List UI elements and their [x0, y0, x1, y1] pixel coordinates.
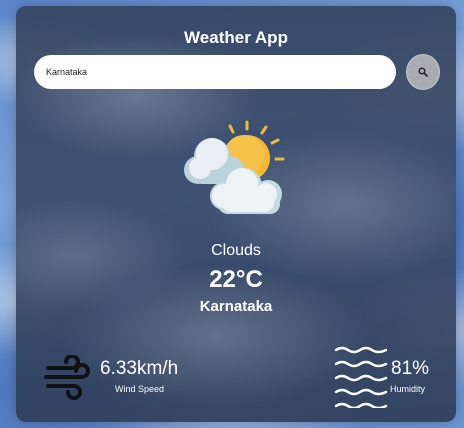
search-icon [418, 67, 428, 77]
weather-condition: Clouds [211, 242, 261, 259]
wind-speed-label: Wind Speed [115, 384, 165, 394]
city-name: Karnataka [199, 298, 273, 315]
humidity-waves-icon [334, 346, 388, 408]
wind-speed-value: 6.33km/h [100, 358, 179, 379]
search-input[interactable]: Karnataka [34, 55, 396, 89]
humidity-label: Humidity [390, 384, 426, 394]
app-title: Weather App [184, 28, 288, 47]
temperature: 22°C [209, 266, 263, 293]
sun-behind-clouds-icon [184, 120, 285, 214]
wind-icon [44, 355, 90, 400]
humidity-value: 81% [391, 358, 430, 379]
search-button[interactable] [406, 54, 440, 90]
search-input-value: Karnataka [46, 67, 88, 77]
weather-card: Weather App Karnataka Clouds 22°C Karnat… [16, 6, 456, 422]
